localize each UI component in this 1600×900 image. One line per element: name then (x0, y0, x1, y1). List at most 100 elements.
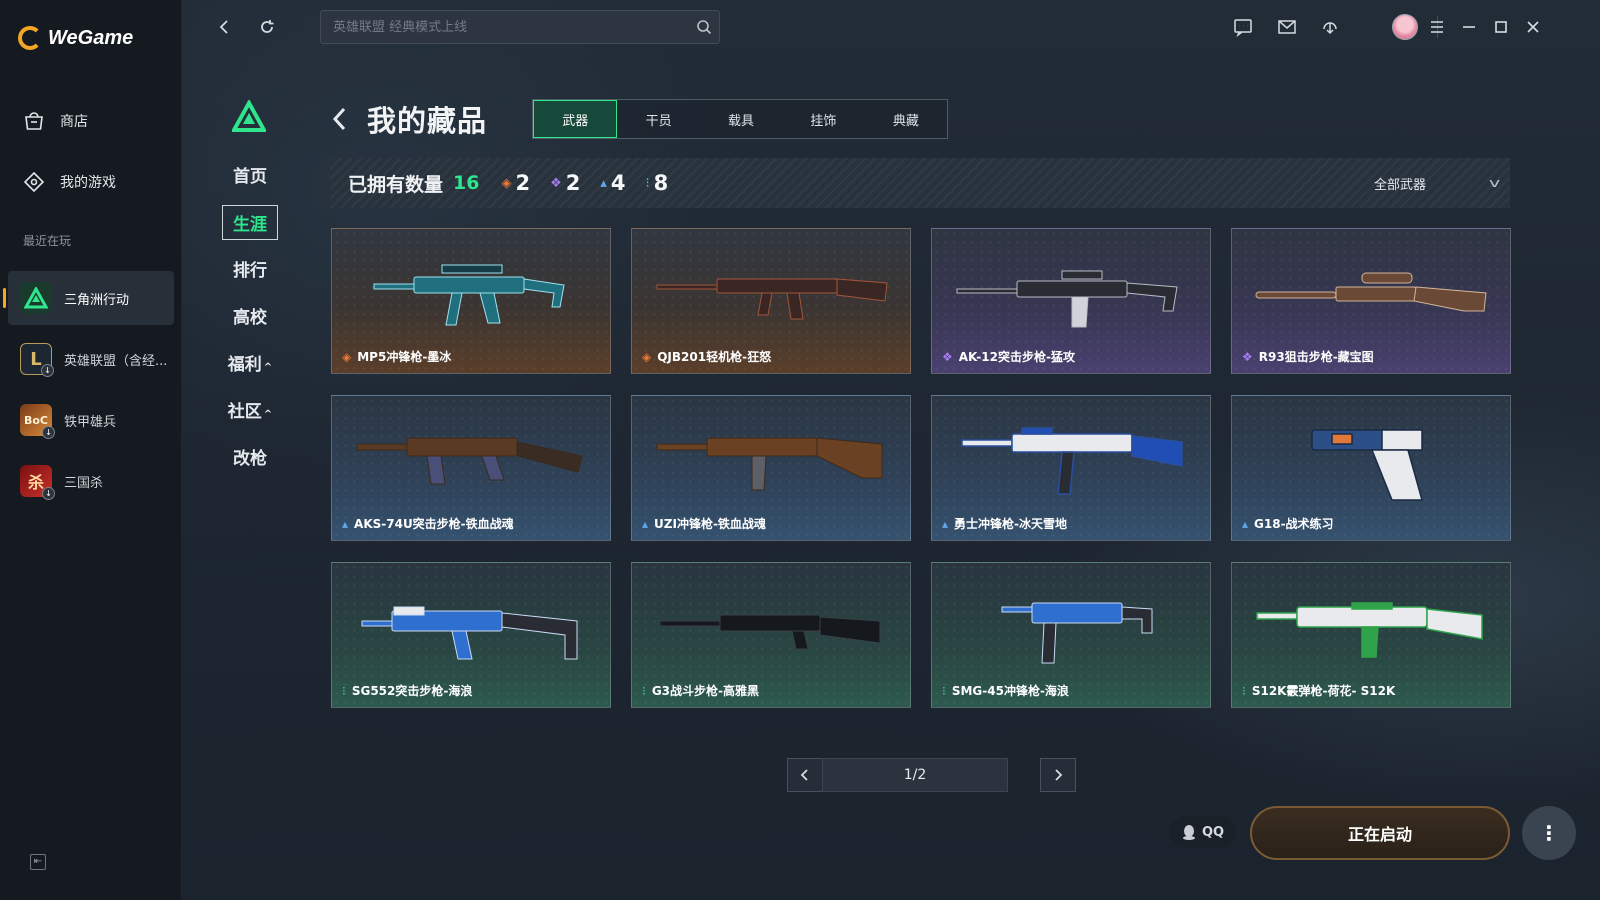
game-nav-college[interactable]: 高校 (222, 303, 278, 328)
more-options-icon[interactable]: ⋮ (1522, 806, 1576, 860)
search-bar[interactable] (320, 10, 720, 44)
recent-game-lol[interactable]: L ↓ 英雄联盟（含经... (8, 332, 174, 386)
close-icon[interactable] (1520, 14, 1546, 40)
recent-section-label: 最近在玩 (23, 234, 72, 248)
top-bar (182, 0, 1600, 54)
weapon-card[interactable]: ◈ MP5冲锋枪-墨冰 (331, 228, 611, 374)
blue-triangle-icon: ▴ (342, 516, 349, 531)
game-nav-ranking[interactable]: 排行 (222, 256, 278, 281)
weapon-card[interactable]: ▴ 勇士冲锋枪-冰天雪地 (931, 395, 1211, 541)
tab-collection[interactable]: 典藏 (865, 100, 947, 138)
weapon-card[interactable]: ⁝ SG552突击步枪-海浪 (331, 562, 611, 708)
weapon-label: ⁝ S12K霰弹枪-荷花- S12K (1242, 682, 1395, 699)
weapon-name: SMG-45冲锋枪-海浪 (951, 684, 1069, 698)
collection-back-icon[interactable] (328, 104, 352, 134)
weapon-name: MP5冲锋枪-墨冰 (357, 350, 452, 364)
weapon-card[interactable]: ⁝ S12K霰弹枪-荷花- S12K (1231, 562, 1511, 708)
caret-up-icon: ^ (263, 362, 273, 373)
app-name: WeGame (48, 26, 134, 49)
chat-icon[interactable] (1230, 14, 1256, 40)
weapon-image (956, 270, 1178, 328)
wegame-logo[interactable]: WeGame (18, 24, 133, 52)
sidebar-item-shop[interactable]: 商店 (22, 106, 88, 136)
weapon-label: ⁝ SG552突击步枪-海浪 (342, 682, 472, 699)
green-dots-icon: ⁝ (642, 683, 646, 698)
game-nav-community[interactable]: 社区 ^ (222, 397, 278, 422)
weapon-card[interactable]: ⁝ G3战斗步枪-高雅黑 (631, 562, 911, 708)
chevron-left-icon (800, 769, 808, 781)
search-icon[interactable] (689, 12, 719, 42)
recent-game-delta-force[interactable]: 三角洲行动 (3, 271, 174, 325)
minimize-icon[interactable] (1456, 14, 1482, 40)
weapon-label: ⁝ SMG-45冲锋枪-海浪 (942, 682, 1069, 699)
game-nav-gunsmith[interactable]: 改枪 (222, 444, 278, 469)
weapon-name: S12K霰弹枪-荷花- S12K (1251, 684, 1396, 698)
purple-diamond-icon: ❖ (1242, 349, 1253, 364)
menu-icon[interactable] (1424, 14, 1450, 40)
rarity-count-green: ⁝ 8 (646, 171, 669, 195)
weapon-card[interactable]: ▴ G18-战术练习 (1231, 395, 1511, 541)
tab-weapons[interactable]: 武器 (533, 100, 618, 138)
weapon-image (373, 264, 565, 326)
green-dots-icon: ⁝ (342, 683, 346, 698)
user-avatar[interactable] (1392, 14, 1418, 40)
maximize-icon[interactable] (1488, 14, 1514, 40)
delta-force-logo-icon[interactable] (232, 100, 266, 134)
search-input[interactable] (333, 19, 689, 35)
weapon-label: ⁝ G3战斗步枪-高雅黑 (642, 682, 759, 699)
page-title: 我的藏品 (367, 104, 488, 138)
weapon-image (961, 427, 1183, 495)
weapon-image (656, 278, 888, 320)
weapon-card[interactable]: ❖ AK-12突击步枪-猛攻 (931, 228, 1211, 374)
weapon-card[interactable]: ❖ R93狙击步枪-藏宝图 (1231, 228, 1511, 374)
weapon-card[interactable]: ◈ QJB201轻机枪-狂怒 (631, 228, 911, 374)
weapon-name: QJB201轻机枪-狂怒 (657, 350, 772, 364)
rarity-count-value: 8 (653, 171, 669, 195)
next-page-button[interactable] (1040, 758, 1076, 792)
recent-game-boc[interactable]: BoC ↓ 铁甲雄兵 (8, 393, 174, 447)
rarity-count-purple: ❖ 2 (550, 171, 580, 195)
purple-diamond-icon: ❖ (942, 349, 953, 364)
weapon-image (659, 614, 881, 650)
sidebar-item-my-games[interactable]: 我的游戏 (22, 167, 116, 197)
weapon-name: G18-战术练习 (1254, 517, 1334, 531)
owned-count: 16 (453, 172, 480, 194)
collection-tabs: 武器 干员 载具 挂饰 典藏 (532, 99, 948, 139)
refresh-icon[interactable] (254, 14, 280, 40)
download-badge-icon: ↓ (42, 487, 55, 500)
my-games-icon (23, 171, 45, 193)
collapse-sidebar-icon[interactable]: ⇤ (30, 854, 46, 870)
weapon-card[interactable]: ⁝ SMG-45冲锋枪-海浪 (931, 562, 1211, 708)
game-nav-label: 高校 (233, 308, 267, 328)
caret-up-icon: ^ (263, 409, 273, 420)
tab-vehicles[interactable]: 载具 (700, 100, 782, 138)
game-nav-home[interactable]: 首页 (222, 162, 278, 187)
launch-button[interactable]: 正在启动 (1250, 806, 1510, 860)
prev-page-button[interactable] (787, 758, 823, 792)
game-nav-welfare[interactable]: 福利 ^ (222, 350, 278, 375)
weapon-label: ▴ UZI冲锋枪-铁血战魂 (642, 515, 766, 532)
rarity-count-value: 4 (610, 171, 626, 195)
recent-game-sanguosha[interactable]: 杀 ↓ 三国杀 (8, 454, 174, 508)
tab-charms[interactable]: 挂饰 (782, 100, 864, 138)
weapon-card[interactable]: ▴ AKS-74U突击步枪-铁血战魂 (331, 395, 611, 541)
recent-game-label: 铁甲雄兵 (64, 414, 117, 430)
shop-icon (25, 112, 43, 130)
weapon-name: 勇士冲锋枪-冰天雪地 (954, 517, 1068, 531)
purple-diamond-icon: ❖ (550, 175, 562, 191)
game-nav-career[interactable]: 生涯 (222, 205, 278, 240)
download-manager-icon[interactable] (1317, 14, 1343, 40)
blue-triangle-icon: ▴ (1242, 516, 1249, 531)
tab-operators[interactable]: 干员 (617, 100, 699, 138)
orange-diamond-icon: ◈ (501, 175, 512, 191)
weapon-name: R93狙击步枪-藏宝图 (1258, 350, 1374, 364)
game-nav-label: 排行 (233, 261, 267, 281)
weapon-filter-dropdown[interactable]: 全部武器 v (1374, 168, 1500, 198)
weapon-name: G3战斗步枪-高雅黑 (651, 684, 760, 698)
back-icon[interactable] (212, 14, 238, 40)
mail-icon[interactable] (1274, 14, 1300, 40)
recent-game-label: 三角洲行动 (64, 292, 130, 308)
weapon-card[interactable]: ▴ UZI冲锋枪-铁血战魂 (631, 395, 911, 541)
qq-login-button[interactable]: QQ (1170, 816, 1236, 848)
qq-label: QQ (1201, 824, 1225, 840)
